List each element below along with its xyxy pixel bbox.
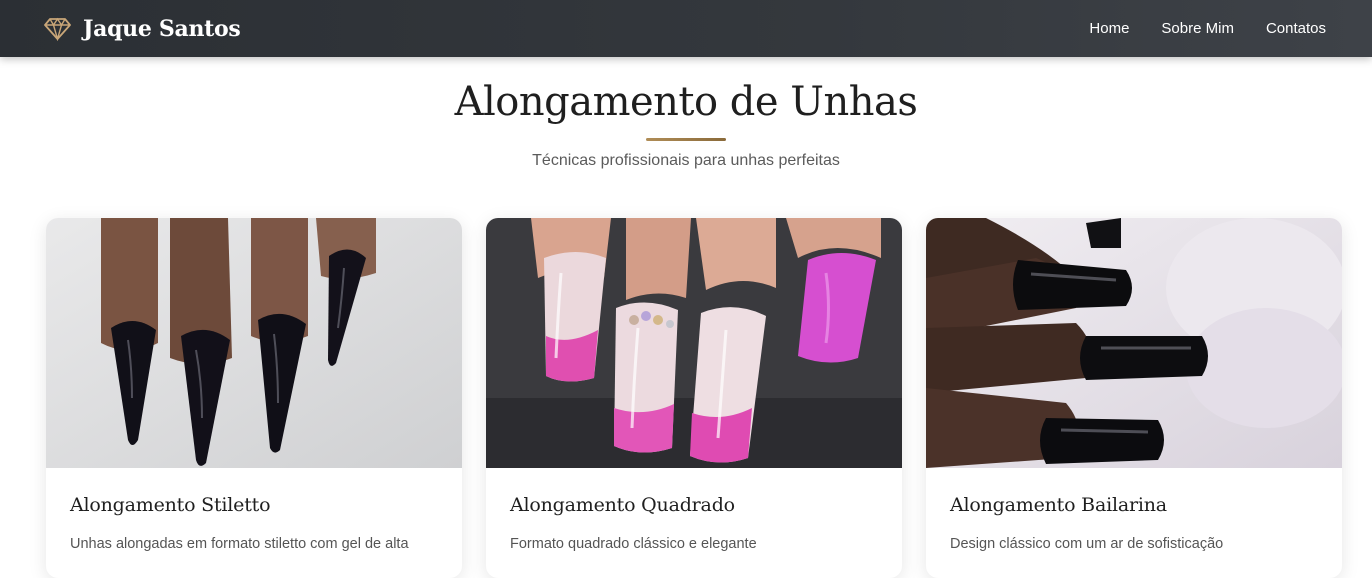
card-title: Alongamento Stiletto	[70, 494, 271, 516]
card-title: Alongamento Quadrado	[510, 494, 735, 516]
page-subtitle: Técnicas profissionais para unhas perfei…	[532, 152, 840, 169]
main-nav: Home Sobre Mim Contatos	[1089, 20, 1326, 37]
service-card-quadrado[interactable]: Alongamento Quadrado Formato quadrado cl…	[486, 218, 902, 578]
services-grid: Alongamento Stiletto Unhas alongadas em …	[46, 218, 1342, 578]
card-description: Design clássico com um ar de sofisticaçã…	[950, 536, 1224, 552]
square-nails-image	[486, 218, 902, 468]
page-title: Alongamento de Unhas	[454, 79, 918, 125]
brand[interactable]: Jaque Santos	[44, 15, 241, 42]
service-card-stiletto[interactable]: Alongamento Stiletto Unhas alongadas em …	[46, 218, 462, 578]
top-navbar: Jaque Santos Home Sobre Mim Contatos	[0, 0, 1372, 57]
hero-section: Alongamento de Unhas Técnicas profission…	[0, 57, 1372, 170]
card-title: Alongamento Bailarina	[950, 494, 1167, 516]
stiletto-nails-image	[46, 218, 462, 468]
card-description: Unhas alongadas em formato stiletto com …	[70, 536, 409, 552]
ballerina-nails-image	[926, 218, 1342, 468]
diamond-icon	[44, 17, 71, 41]
brand-name: Jaque Santos	[83, 15, 241, 42]
card-description: Formato quadrado clássico e elegante	[510, 536, 757, 552]
nav-link-contatos[interactable]: Contatos	[1266, 20, 1326, 37]
title-divider	[646, 138, 726, 141]
nav-link-sobre-mim[interactable]: Sobre Mim	[1161, 20, 1234, 37]
nav-link-home[interactable]: Home	[1089, 20, 1129, 37]
service-card-bailarina[interactable]: Alongamento Bailarina Design clássico co…	[926, 218, 1342, 578]
